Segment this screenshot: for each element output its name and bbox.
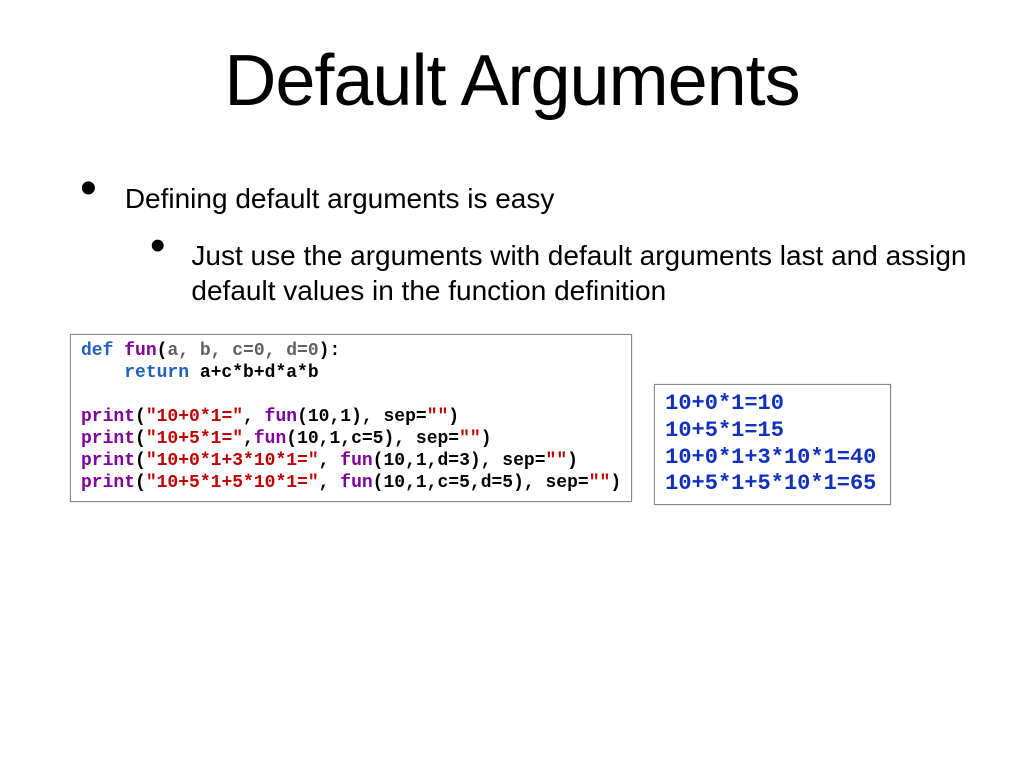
sep-val: ""	[427, 407, 449, 427]
close-paren: )	[567, 451, 578, 471]
print-call: print	[81, 451, 135, 471]
func-call: fun	[254, 429, 286, 449]
func-call: fun	[340, 473, 372, 493]
bullet-level-2: • Just use the arguments with default ar…	[0, 234, 1024, 308]
keyword-def: def	[81, 341, 113, 361]
comma: ,	[243, 429, 254, 449]
keyword-return: return	[124, 363, 189, 383]
output-line: 10+0*1=10	[665, 391, 784, 416]
str-lit: "10+5*1="	[146, 429, 243, 449]
sig-args: a, b, c=0, d=0	[167, 341, 318, 361]
bullet-1-text: Defining default arguments is easy	[125, 177, 555, 216]
output-block: 10+0*1=10 10+5*1=15 10+0*1+3*10*1=40 10+…	[654, 384, 891, 505]
comma: ,	[319, 473, 341, 493]
sep-kw: , sep=	[394, 429, 459, 449]
func-name: fun	[124, 341, 156, 361]
sep-val: ""	[546, 451, 568, 471]
str-lit: "10+0*1="	[146, 407, 243, 427]
page-title: Default Arguments	[0, 40, 1024, 122]
bullet-dot-icon: •	[80, 179, 97, 199]
comma: ,	[243, 407, 265, 427]
return-expr: a+c*b+d*a*b	[189, 363, 319, 383]
call-args: (10,1,c=5,d=5)	[373, 473, 524, 493]
slide: Default Arguments • Defining default arg…	[0, 0, 1024, 768]
sep-val: ""	[589, 473, 611, 493]
code-block: def fun(a, b, c=0, d=0): return a+c*b+d*…	[70, 334, 632, 502]
sep-kw: , sep=	[524, 473, 589, 493]
output-line: 10+5*1+5*10*1=65	[665, 471, 876, 496]
call-args: (10,1,d=3)	[373, 451, 481, 471]
print-call: print	[81, 407, 135, 427]
str-lit: "10+0*1+3*10*1="	[146, 451, 319, 471]
sep-kw: , sep=	[481, 451, 546, 471]
output-line: 10+5*1=15	[665, 418, 784, 443]
example-area: def fun(a, b, c=0, d=0): return a+c*b+d*…	[0, 334, 1024, 505]
bullet-level-1: • Defining default arguments is easy	[0, 177, 1024, 216]
comma: ,	[319, 451, 341, 471]
close-paren: )	[448, 407, 459, 427]
func-call: fun	[340, 451, 372, 471]
sep-val: ""	[459, 429, 481, 449]
bullet-2-text: Just use the arguments with default argu…	[191, 234, 994, 308]
output-line: 10+0*1+3*10*1=40	[665, 445, 876, 470]
sig-close: ):	[319, 341, 341, 361]
close-paren: )	[481, 429, 492, 449]
bullet-dot-icon: •	[150, 236, 165, 256]
func-call: fun	[265, 407, 297, 427]
sep-kw: , sep=	[362, 407, 427, 427]
call-args: (10,1)	[297, 407, 362, 427]
print-call: print	[81, 429, 135, 449]
call-args: (10,1,c=5)	[286, 429, 394, 449]
str-lit: "10+5*1+5*10*1="	[146, 473, 319, 493]
close-paren: )	[610, 473, 621, 493]
print-call: print	[81, 473, 135, 493]
sig-open: (	[157, 341, 168, 361]
